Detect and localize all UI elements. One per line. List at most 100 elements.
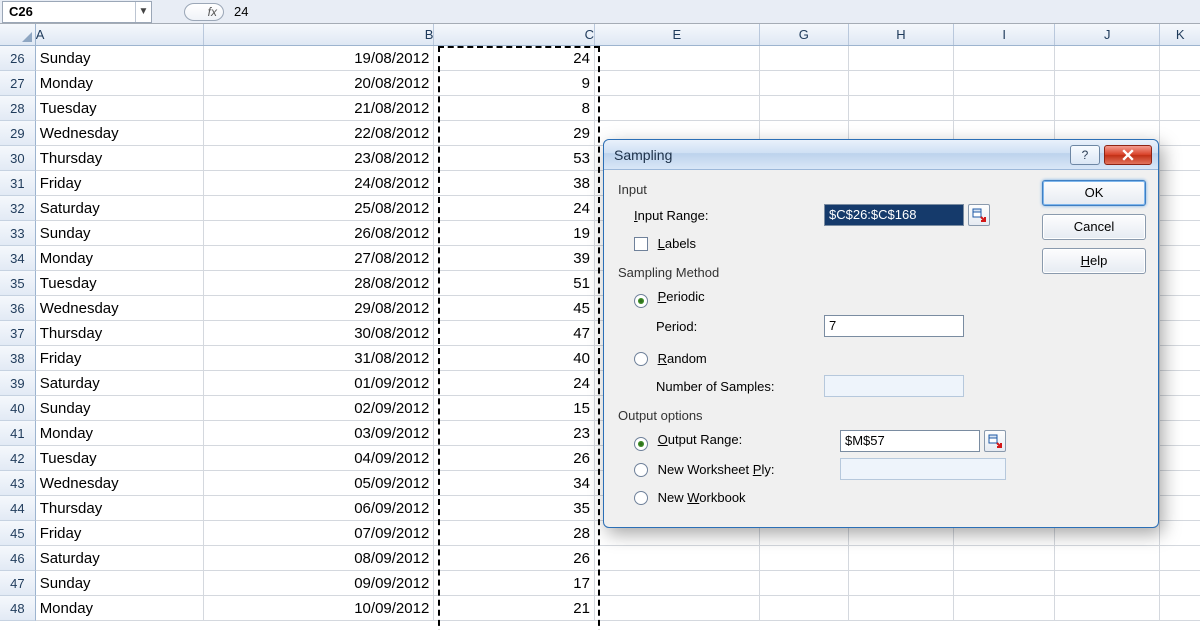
cell[interactable]: 26 bbox=[434, 446, 595, 471]
cell[interactable]: Sunday bbox=[36, 46, 205, 71]
cell[interactable]: 23/08/2012 bbox=[204, 146, 434, 171]
cell[interactable]: Thursday bbox=[36, 146, 205, 171]
input-range-field[interactable]: $C$26:$C$168 bbox=[824, 204, 964, 226]
cell[interactable] bbox=[1160, 46, 1200, 71]
cell[interactable] bbox=[1160, 246, 1200, 271]
cell[interactable]: 19/08/2012 bbox=[204, 46, 434, 71]
cell[interactable] bbox=[595, 571, 760, 596]
cell[interactable] bbox=[595, 96, 760, 121]
cell[interactable] bbox=[1160, 546, 1200, 571]
cell[interactable] bbox=[849, 596, 954, 621]
cell[interactable] bbox=[1160, 196, 1200, 221]
cell[interactable]: Sunday bbox=[36, 221, 205, 246]
new-workbook-radio[interactable]: New Workbook bbox=[634, 490, 746, 505]
row-header[interactable]: 47 bbox=[0, 571, 36, 596]
cell[interactable]: 10/09/2012 bbox=[204, 596, 434, 621]
cell[interactable]: 22/08/2012 bbox=[204, 121, 434, 146]
cell[interactable]: 21/08/2012 bbox=[204, 96, 434, 121]
column-header[interactable]: J bbox=[1055, 24, 1160, 45]
column-header[interactable]: I bbox=[954, 24, 1055, 45]
row-header[interactable]: 44 bbox=[0, 496, 36, 521]
cell[interactable]: 24 bbox=[434, 46, 595, 71]
random-radio[interactable]: Random bbox=[634, 351, 707, 366]
cell[interactable]: 21 bbox=[434, 596, 595, 621]
cell[interactable]: Monday bbox=[36, 421, 205, 446]
cell[interactable] bbox=[1160, 571, 1200, 596]
insert-function-button[interactable]: fx bbox=[184, 3, 224, 21]
dialog-help-button[interactable]: ? bbox=[1070, 145, 1100, 165]
cell[interactable] bbox=[1160, 321, 1200, 346]
cell[interactable]: 27/08/2012 bbox=[204, 246, 434, 271]
cell[interactable]: 19 bbox=[434, 221, 595, 246]
cell[interactable]: 20/08/2012 bbox=[204, 71, 434, 96]
cell[interactable]: Friday bbox=[36, 521, 205, 546]
row-header[interactable]: 33 bbox=[0, 221, 36, 246]
row-header[interactable]: 41 bbox=[0, 421, 36, 446]
cell[interactable]: 25/08/2012 bbox=[204, 196, 434, 221]
cell[interactable]: 39 bbox=[434, 246, 595, 271]
output-range-field[interactable]: $M$57 bbox=[840, 430, 980, 452]
cell[interactable]: Wednesday bbox=[36, 471, 205, 496]
cell[interactable]: 31/08/2012 bbox=[204, 346, 434, 371]
cell[interactable]: 04/09/2012 bbox=[204, 446, 434, 471]
row-header[interactable]: 38 bbox=[0, 346, 36, 371]
cell[interactable] bbox=[1160, 346, 1200, 371]
cell[interactable] bbox=[1160, 121, 1200, 146]
select-all-corner[interactable] bbox=[0, 24, 36, 45]
column-header[interactable]: B bbox=[204, 24, 434, 45]
column-header[interactable]: G bbox=[760, 24, 849, 45]
cell[interactable]: 28 bbox=[434, 521, 595, 546]
cell[interactable]: 38 bbox=[434, 171, 595, 196]
cancel-button[interactable]: Cancel bbox=[1042, 214, 1146, 240]
cell[interactable] bbox=[849, 71, 954, 96]
column-header[interactable]: A bbox=[36, 24, 205, 45]
cell[interactable] bbox=[1160, 446, 1200, 471]
cell[interactable]: 17 bbox=[434, 571, 595, 596]
cell[interactable]: 24/08/2012 bbox=[204, 171, 434, 196]
periodic-radio[interactable]: Periodic bbox=[634, 289, 705, 308]
cell[interactable] bbox=[1160, 96, 1200, 121]
cell[interactable] bbox=[1055, 596, 1160, 621]
cell[interactable] bbox=[1160, 71, 1200, 96]
cell[interactable]: 53 bbox=[434, 146, 595, 171]
cell[interactable]: 35 bbox=[434, 496, 595, 521]
cell[interactable]: 08/09/2012 bbox=[204, 546, 434, 571]
cell[interactable]: Tuesday bbox=[36, 96, 205, 121]
row-header[interactable]: 30 bbox=[0, 146, 36, 171]
cell[interactable]: Wednesday bbox=[36, 121, 205, 146]
cell[interactable] bbox=[1160, 146, 1200, 171]
input-range-picker-button[interactable] bbox=[968, 204, 990, 226]
cell[interactable] bbox=[1160, 496, 1200, 521]
cell[interactable] bbox=[760, 596, 849, 621]
cell[interactable]: 28/08/2012 bbox=[204, 271, 434, 296]
cell[interactable]: Tuesday bbox=[36, 271, 205, 296]
cell[interactable] bbox=[954, 546, 1055, 571]
cell[interactable]: 07/09/2012 bbox=[204, 521, 434, 546]
cell[interactable] bbox=[595, 46, 760, 71]
cell[interactable] bbox=[954, 571, 1055, 596]
name-box[interactable]: C26 ▼ bbox=[2, 1, 152, 23]
cell[interactable]: 03/09/2012 bbox=[204, 421, 434, 446]
cell[interactable] bbox=[1055, 71, 1160, 96]
cell[interactable]: Tuesday bbox=[36, 446, 205, 471]
cell[interactable]: 45 bbox=[434, 296, 595, 321]
cell[interactable] bbox=[595, 71, 760, 96]
cell[interactable] bbox=[954, 596, 1055, 621]
cell[interactable]: 51 bbox=[434, 271, 595, 296]
cell[interactable]: 40 bbox=[434, 346, 595, 371]
cell[interactable]: 01/09/2012 bbox=[204, 371, 434, 396]
row-header[interactable]: 31 bbox=[0, 171, 36, 196]
output-range-picker-button[interactable] bbox=[984, 430, 1006, 452]
row-header[interactable]: 32 bbox=[0, 196, 36, 221]
cell[interactable]: 24 bbox=[434, 196, 595, 221]
column-header[interactable]: C bbox=[434, 24, 595, 45]
cell[interactable] bbox=[849, 546, 954, 571]
cell[interactable] bbox=[760, 71, 849, 96]
cell[interactable] bbox=[1055, 546, 1160, 571]
cell[interactable] bbox=[760, 571, 849, 596]
cell[interactable]: 26 bbox=[434, 546, 595, 571]
cell[interactable]: Sunday bbox=[36, 396, 205, 421]
cell[interactable]: 29/08/2012 bbox=[204, 296, 434, 321]
cell[interactable] bbox=[954, 96, 1055, 121]
help-button[interactable]: Help bbox=[1042, 248, 1146, 274]
